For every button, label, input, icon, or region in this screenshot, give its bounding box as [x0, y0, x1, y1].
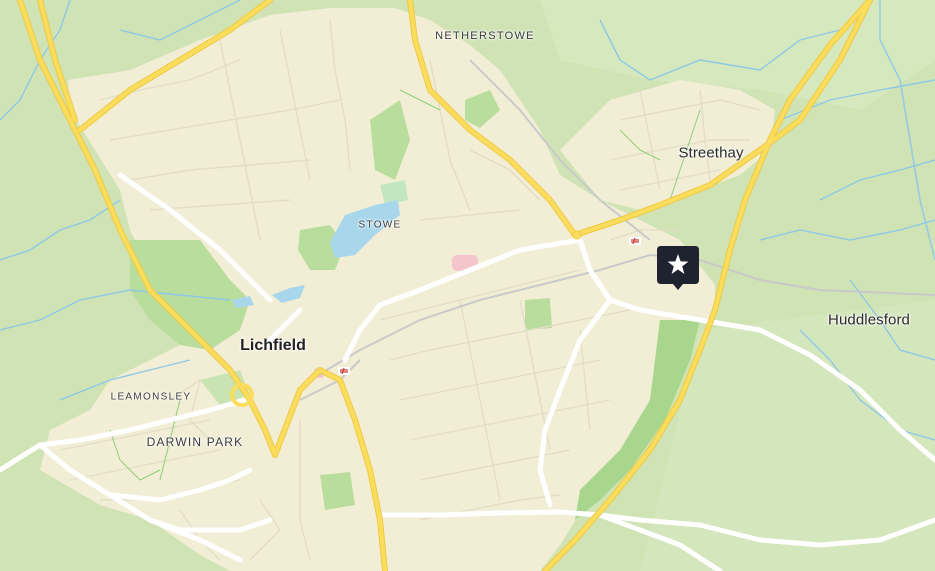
label-darwin-park: DARWIN PARK — [146, 435, 244, 449]
label-streethay: Streethay — [678, 144, 744, 162]
label-netherstowe: NETHERSTOWE — [435, 30, 535, 42]
rail-station-icon — [629, 237, 641, 245]
map-base — [0, 0, 935, 571]
label-stowe: STOWE — [358, 219, 402, 231]
label-huddlesford: Huddlesford — [828, 311, 910, 329]
label-leamonsley: LEAMONSLEY — [110, 391, 192, 403]
rail-station-icon — [338, 367, 350, 375]
label-lichfield: Lichfield — [240, 337, 306, 354]
map-canvas[interactable]: NETHERSTOWE Streethay STOWE Huddlesford … — [0, 0, 935, 571]
location-marker[interactable] — [657, 246, 699, 290]
